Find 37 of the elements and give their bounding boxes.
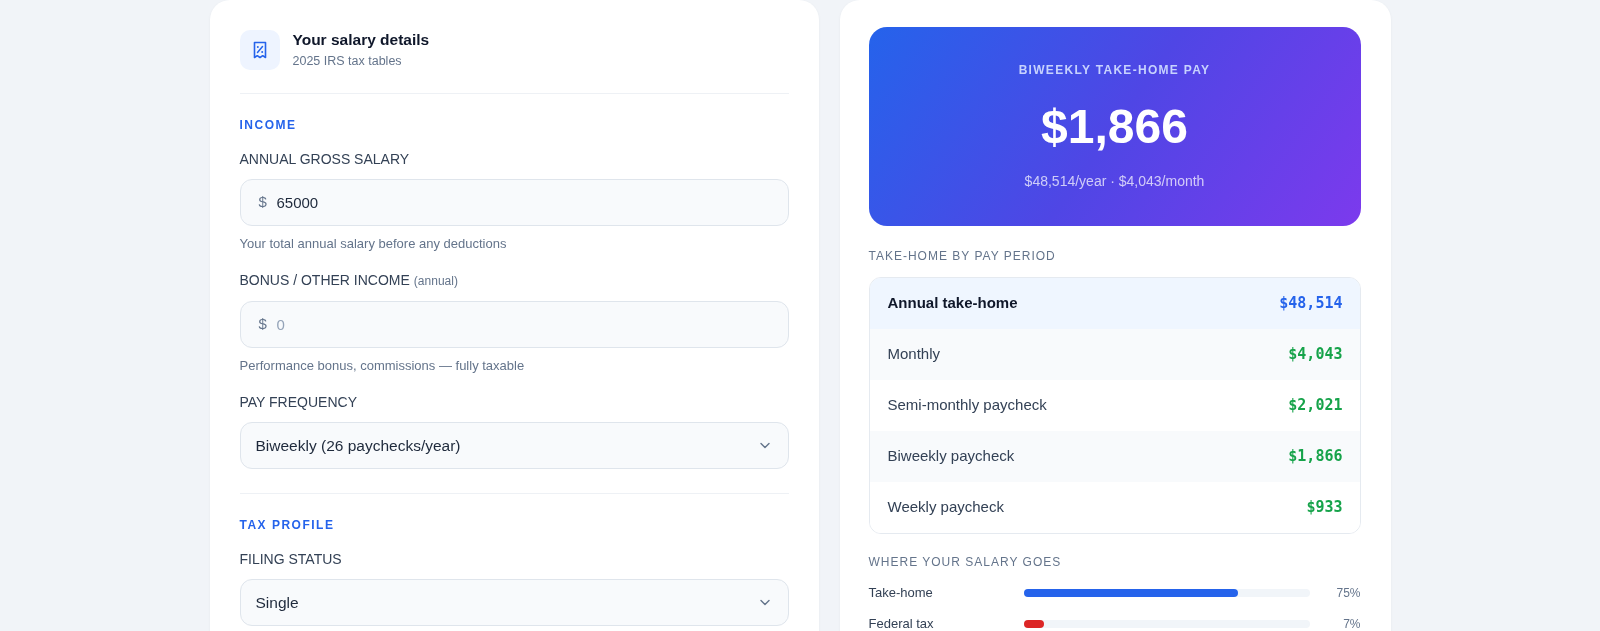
dropdown-field[interactable]: Single xyxy=(239,579,789,626)
amount-value: $933 xyxy=(1306,497,1343,519)
period-label: Annual take-home xyxy=(887,293,1018,314)
field-label: PAY FREQUENCY xyxy=(239,394,357,410)
summary-caption: BIWEEKLY TAKE-HOME PAY xyxy=(1018,62,1211,78)
period-label: Semi-monthly paycheck xyxy=(887,395,1047,416)
field-label: FILING STATUS xyxy=(239,551,342,567)
receipt-icon xyxy=(239,30,280,70)
amount-value: $48,514 xyxy=(1279,293,1343,315)
field-label-note: (annual) xyxy=(413,274,458,288)
dropdown-field[interactable]: Biweekly (26 paychecks/year) xyxy=(239,422,789,469)
section-heading: WHERE YOUR SALARY GOES xyxy=(868,554,1063,570)
chevron-down-icon xyxy=(759,442,770,449)
currency-prefix: $ xyxy=(258,314,267,334)
field-label: ANNUAL GROSS SALARY xyxy=(239,151,410,167)
field-hint: Performance bonus, commissions — fully taxable xyxy=(239,357,526,375)
category-label: Take-home xyxy=(868,584,934,602)
percent-label: 75% xyxy=(1335,585,1361,602)
period-label: Weekly paycheck xyxy=(887,497,1004,518)
section-heading: TAX PROFILE xyxy=(239,517,336,533)
form-subtitle: 2025 IRS tax tables xyxy=(292,53,403,70)
form-title: Your salary details xyxy=(292,30,430,50)
section-heading: INCOME xyxy=(239,117,298,133)
field-label: BONUS / OTHER INCOME xyxy=(239,272,410,288)
summary-detail: $48,514/year · $4,043/month xyxy=(1024,172,1205,191)
chevron-down-icon xyxy=(759,599,770,606)
percent-label: 7% xyxy=(1342,616,1361,631)
amount-value: $4,043 xyxy=(1288,344,1343,366)
period-label: Monthly xyxy=(887,344,941,365)
category-label: Federal tax xyxy=(868,615,935,631)
section-heading: TAKE-HOME BY PAY PERIOD xyxy=(868,248,1057,264)
amount-value: $2,021 xyxy=(1288,395,1343,417)
currency-prefix: $ xyxy=(258,192,267,212)
period-label: Biweekly paycheck xyxy=(887,446,1015,467)
take-home-amount: $1,866 xyxy=(1041,99,1188,155)
amount-value: $1,866 xyxy=(1288,446,1343,468)
field-hint: Your total annual salary before any deductions xyxy=(239,235,508,253)
